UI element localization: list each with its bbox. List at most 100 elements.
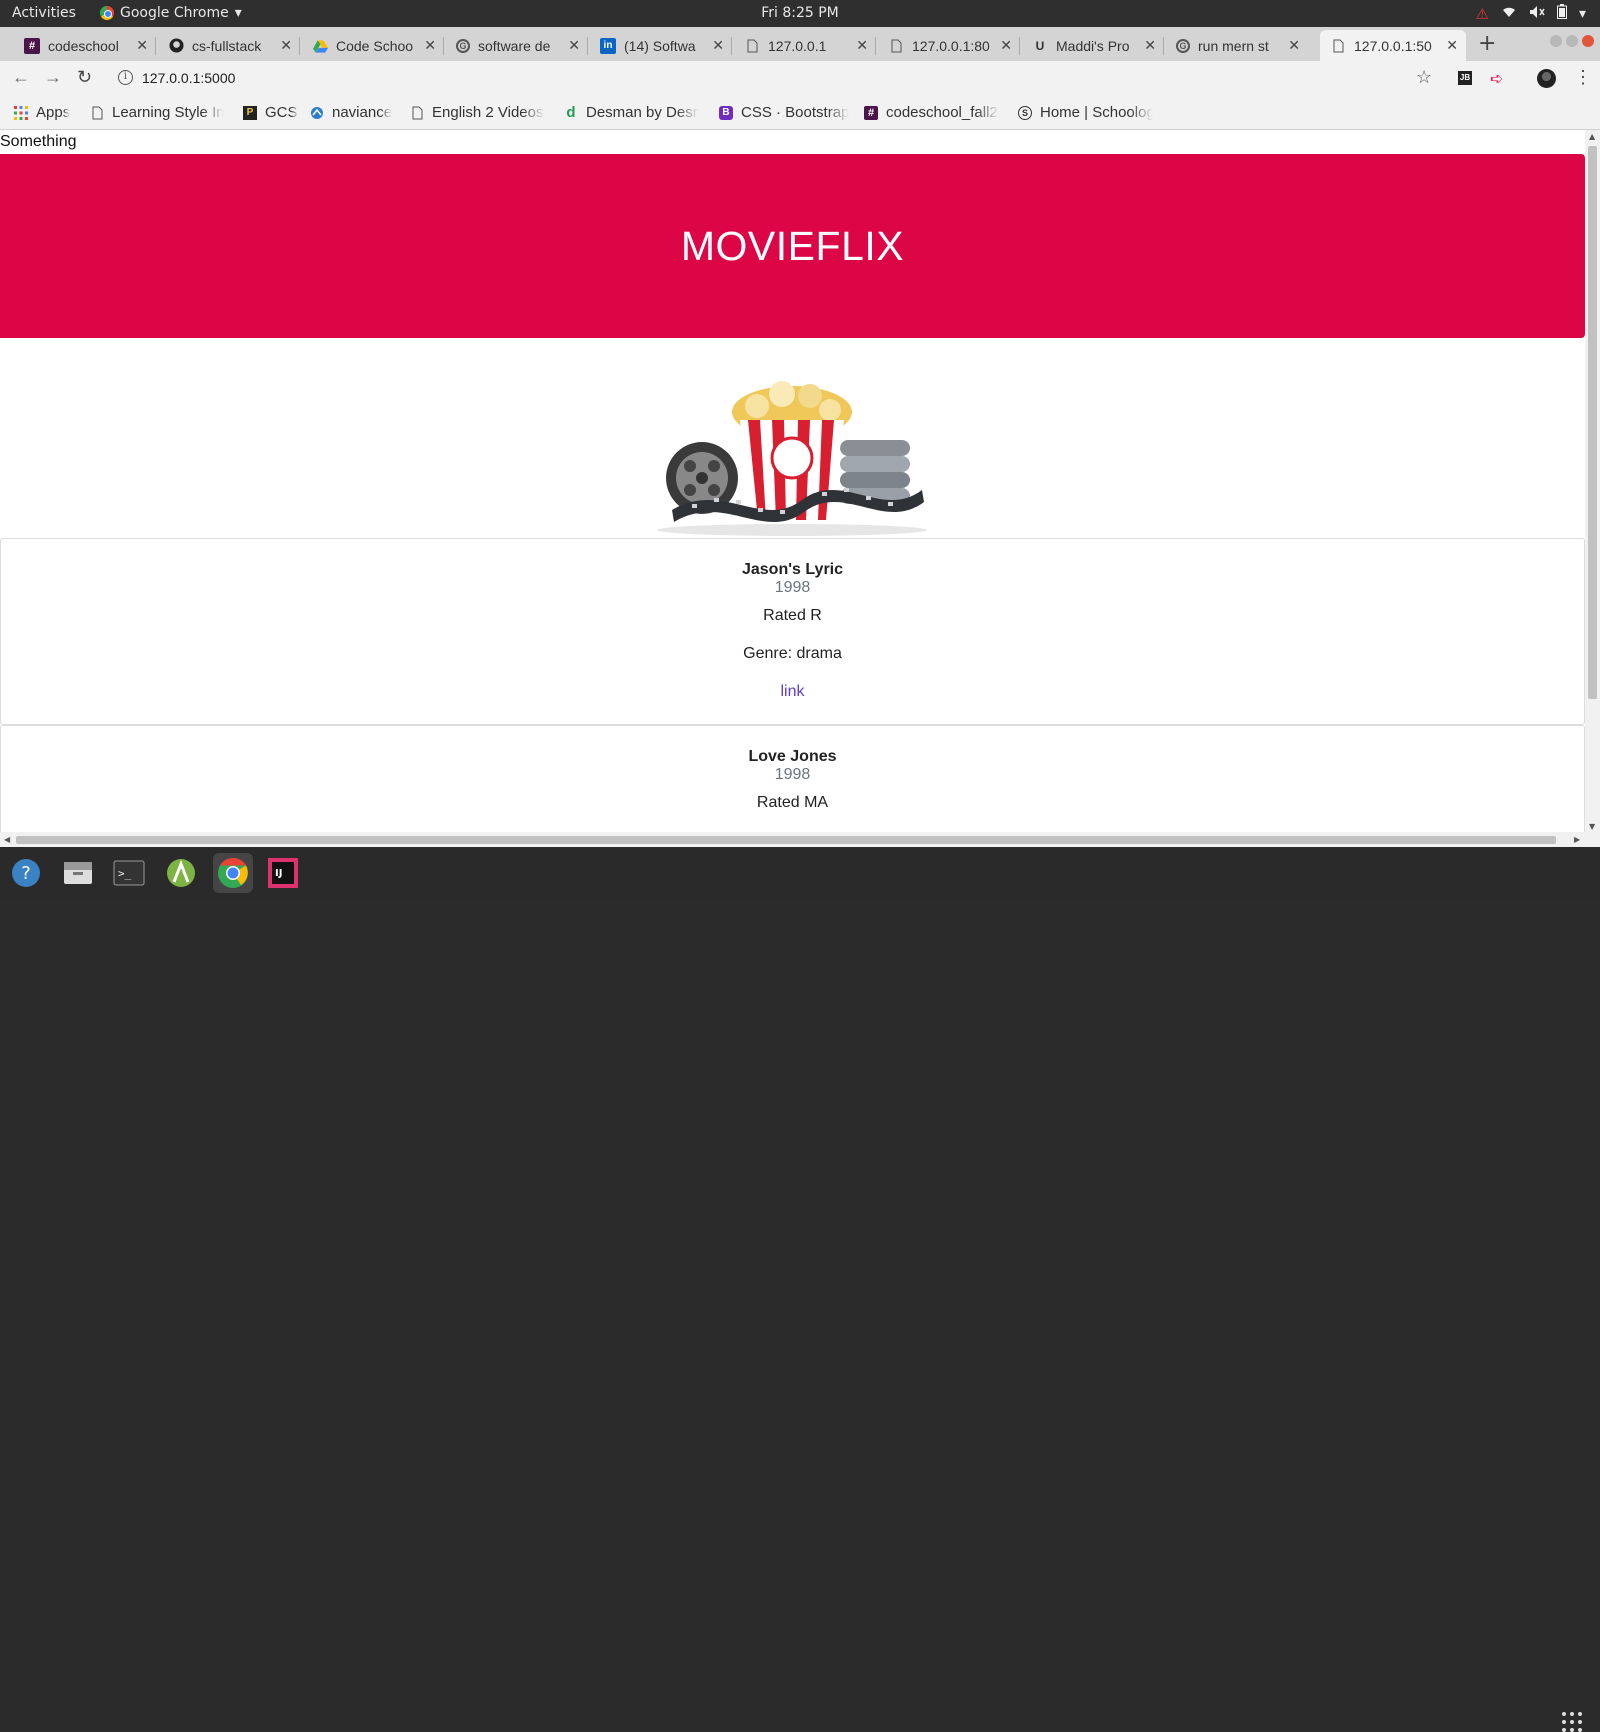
drive-icon bbox=[312, 38, 328, 54]
minimize-button[interactable] bbox=[1550, 35, 1562, 47]
bookmark-css-bootstrap[interactable]: B CSS · Bootstrap bbox=[719, 104, 849, 121]
bookmark-star-icon[interactable]: ☆ bbox=[1416, 67, 1432, 88]
page-icon bbox=[410, 106, 424, 120]
app-menu[interactable]: Google Chrome ▾ bbox=[100, 5, 242, 21]
svg-text:IJ: IJ bbox=[275, 868, 282, 879]
chevron-down-icon: ▾ bbox=[234, 5, 242, 21]
gcs-icon: P bbox=[243, 105, 257, 120]
tab-code-school[interactable]: Code Schoo ✕ bbox=[302, 30, 444, 61]
system-top-bar: Activities Google Chrome ▾ Fri 8:25 PM ⚠… bbox=[0, 0, 1600, 27]
top-text: Something bbox=[0, 133, 77, 150]
tab-software-de[interactable]: G software de ✕ bbox=[446, 30, 588, 61]
tab-cs-fullstack[interactable]: cs-fullstack ✕ bbox=[158, 30, 300, 61]
close-icon[interactable]: ✕ bbox=[712, 37, 724, 54]
scroll-right-arrow-icon[interactable]: ▶ bbox=[1574, 835, 1580, 844]
movie-year: 1998 bbox=[774, 579, 811, 596]
desman-icon: d bbox=[566, 104, 576, 121]
maximize-button[interactable] bbox=[1566, 35, 1578, 47]
bookmark-apps[interactable]: Apps bbox=[14, 104, 70, 121]
page-viewport[interactable]: Something MOVIEFLIX Jason's Lyric 1998 R… bbox=[0, 130, 1600, 847]
close-icon[interactable]: ✕ bbox=[856, 37, 868, 54]
intellij-icon[interactable]: IJ bbox=[265, 855, 301, 891]
close-icon[interactable]: ✕ bbox=[280, 37, 292, 54]
android-studio-icon[interactable] bbox=[163, 855, 199, 891]
show-applications-icon[interactable] bbox=[1562, 1712, 1582, 1732]
bookmark-gcs[interactable]: P GCS bbox=[243, 104, 298, 121]
tab-title: Maddi's Pro bbox=[1056, 37, 1130, 54]
chrome-taskbar-icon[interactable] bbox=[213, 853, 253, 893]
terminal-icon[interactable]: >_ bbox=[111, 855, 147, 891]
tab-title: 127.0.0.1 bbox=[768, 37, 827, 54]
close-icon[interactable]: ✕ bbox=[424, 37, 436, 54]
tab-localhost-80[interactable]: 127.0.0.1:80 ✕ bbox=[878, 30, 1020, 61]
movie-link[interactable]: link bbox=[780, 683, 804, 701]
tab-title: software de bbox=[478, 37, 551, 54]
bookmark-schoology[interactable]: S Home | Schoolog bbox=[1018, 104, 1153, 121]
tab-run-mern[interactable]: G run mern st ✕ bbox=[1166, 30, 1308, 61]
close-window-button[interactable] bbox=[1582, 35, 1594, 47]
bookmark-english-2-videos[interactable]: English 2 Videos bbox=[410, 104, 545, 121]
tab-title: 127.0.0.1:50 bbox=[1354, 37, 1432, 54]
close-icon[interactable]: ✕ bbox=[1000, 37, 1012, 54]
google-icon: G bbox=[1176, 38, 1190, 53]
reload-icon[interactable]: ↻ bbox=[77, 67, 92, 88]
hash-icon: # bbox=[864, 105, 878, 120]
bookmark-label: Learning Style In bbox=[112, 104, 224, 121]
tab-maddis-pro[interactable]: U Maddi's Pro ✕ bbox=[1022, 30, 1164, 61]
close-icon[interactable]: ✕ bbox=[1144, 37, 1156, 54]
close-icon[interactable]: ✕ bbox=[1446, 37, 1458, 54]
movie-year: 1998 bbox=[774, 766, 811, 783]
bookmark-label: English 2 Videos bbox=[432, 104, 544, 121]
activities-button[interactable]: Activities bbox=[12, 5, 76, 21]
movie-genre: Genre: drama bbox=[743, 645, 842, 662]
address-bar[interactable]: 127.0.0.1:5000 bbox=[142, 70, 235, 86]
bootstrap-icon: B bbox=[719, 105, 733, 120]
tab-title: Code Schoo bbox=[336, 37, 414, 54]
google-icon: G bbox=[456, 38, 470, 53]
u-icon: U bbox=[1035, 38, 1045, 53]
bookmark-label: Apps bbox=[36, 104, 71, 121]
info-icon[interactable]: i bbox=[118, 70, 133, 85]
wifi-icon bbox=[1501, 5, 1517, 23]
naviance-icon bbox=[310, 106, 324, 120]
volume-icon bbox=[1529, 5, 1545, 23]
scroll-down-arrow-icon[interactable]: ▼ bbox=[1589, 822, 1595, 831]
bookmark-label: GCS bbox=[265, 104, 298, 121]
close-icon[interactable]: ✕ bbox=[1288, 37, 1300, 54]
tab-title: cs-fullstack bbox=[192, 37, 262, 54]
horizontal-scrollbar-thumb[interactable] bbox=[16, 836, 1556, 844]
movie-rating: Rated MA bbox=[756, 794, 829, 811]
jetbrains-extension-icon[interactable]: JB bbox=[1458, 71, 1472, 85]
bookmark-label: codeschool_fall2 bbox=[886, 104, 998, 121]
page-icon bbox=[1330, 38, 1346, 54]
bookmark-naviance[interactable]: naviance bbox=[310, 104, 392, 121]
files-icon[interactable] bbox=[60, 855, 96, 891]
profile-avatar[interactable] bbox=[1537, 69, 1556, 88]
window-controls bbox=[1550, 35, 1594, 47]
back-arrow-icon[interactable]: ← bbox=[12, 67, 30, 88]
page-icon bbox=[90, 106, 104, 120]
forward-arrow-icon[interactable]: → bbox=[44, 67, 62, 88]
vertical-scrollbar-thumb[interactable] bbox=[1588, 146, 1597, 699]
bookmark-desman[interactable]: d Desman by Desm bbox=[564, 104, 699, 121]
extension-arrow-icon[interactable]: ➪ bbox=[1490, 69, 1503, 89]
system-tray[interactable]: ⚠ ▾ bbox=[1476, 4, 1586, 23]
new-tab-button[interactable]: + bbox=[1478, 31, 1496, 56]
tab-linkedin[interactable]: in (14) Softwa ✕ bbox=[590, 30, 732, 61]
page-icon bbox=[744, 38, 760, 54]
tab-localhost-5000-active[interactable]: 127.0.0.1:50 ✕ bbox=[1320, 30, 1466, 61]
help-icon[interactable]: ? bbox=[8, 855, 44, 891]
bookmark-learning-style[interactable]: Learning Style In bbox=[90, 104, 224, 121]
bookmark-codeschool-fall[interactable]: # codeschool_fall2 bbox=[864, 104, 999, 121]
scroll-up-arrow-icon[interactable]: ▲ bbox=[1589, 132, 1595, 141]
tab-strip: # codeschool ✕ cs-fullstack ✕ Code Schoo… bbox=[0, 27, 1600, 61]
more-vert-icon[interactable]: ⋮ bbox=[1574, 67, 1592, 88]
tab-codeschool[interactable]: # codeschool ✕ bbox=[14, 30, 156, 61]
close-icon[interactable]: ✕ bbox=[568, 37, 580, 54]
movie-rating: Rated R bbox=[763, 607, 822, 624]
close-icon[interactable]: ✕ bbox=[136, 37, 148, 54]
github-icon bbox=[168, 38, 184, 54]
tab-title: run mern st bbox=[1198, 37, 1269, 54]
scroll-left-arrow-icon[interactable]: ◀ bbox=[4, 835, 10, 844]
tab-localhost[interactable]: 127.0.0.1 ✕ bbox=[734, 30, 876, 61]
